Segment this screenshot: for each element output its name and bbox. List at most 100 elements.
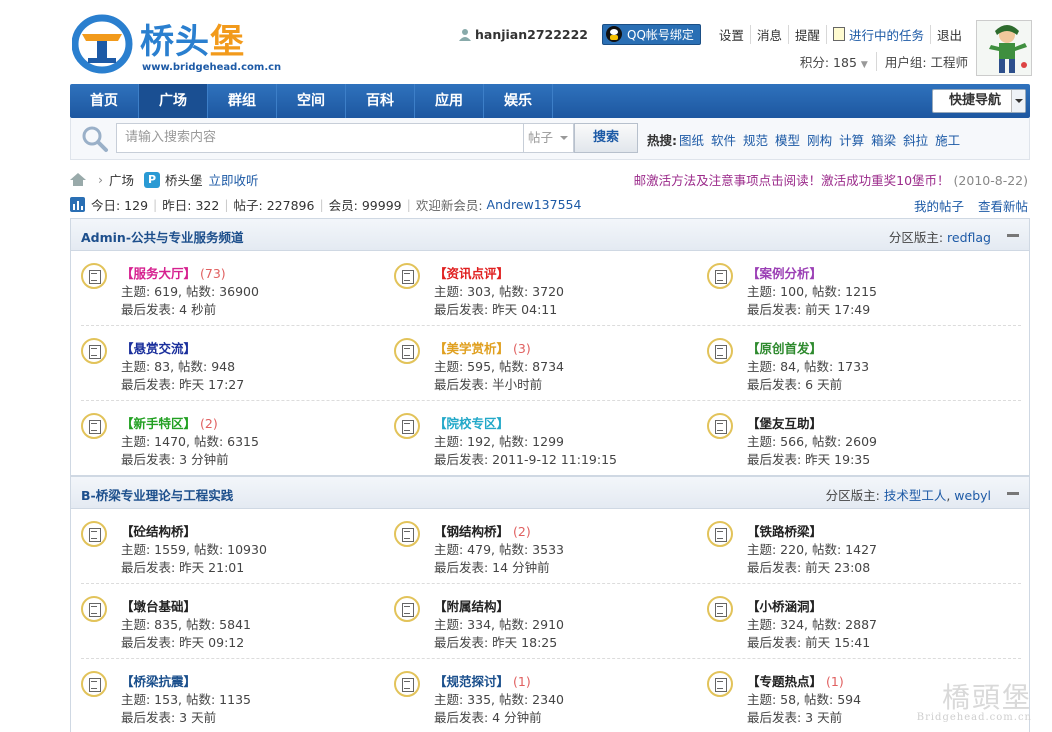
forum-icon[interactable]	[81, 596, 107, 622]
user-icon	[458, 28, 471, 41]
newest-member-link[interactable]: Andrew137554	[487, 197, 582, 212]
follow-link[interactable]: 立即收听	[209, 170, 259, 189]
forum-last-post[interactable]: 最后发表: 4 秒前	[121, 299, 216, 318]
hot-tag[interactable]: 施工	[935, 130, 960, 149]
forum-last-post[interactable]: 最后发表: 前天 17:49	[747, 299, 870, 318]
forum-icon[interactable]	[707, 413, 733, 439]
nav-apps[interactable]: 应用	[415, 84, 484, 118]
site-logo[interactable]: 桥头堡 www.bridgehead.com.cn	[72, 12, 281, 76]
forum-name[interactable]: 【院校专区】	[434, 413, 513, 432]
forum-last-post[interactable]: 最后发表: 3 天前	[747, 707, 842, 726]
search-button[interactable]: 搜索	[574, 123, 638, 153]
section-title[interactable]: Admin-公共与专业服务频道	[81, 227, 244, 246]
new-posts-link[interactable]: 查看新帖	[978, 199, 1028, 214]
forum-name[interactable]: 【铁路桥梁】	[747, 521, 826, 540]
nav-home[interactable]: 首页	[70, 84, 139, 118]
hot-tag[interactable]: 斜拉	[903, 130, 928, 149]
hot-search-label: 热搜:	[647, 133, 677, 148]
forum-last-post[interactable]: 最后发表: 昨天 17:27	[121, 374, 244, 393]
forum-name[interactable]: 【堡友互助】	[747, 413, 826, 432]
forum-last-post[interactable]: 最后发表: 4 分钟前	[434, 707, 542, 726]
credit-menu[interactable]: 积分: 185 ▼	[800, 52, 877, 71]
quick-nav-button[interactable]: 快捷导航	[932, 89, 1026, 113]
forum-icon[interactable]	[707, 338, 733, 364]
home-icon[interactable]	[70, 173, 86, 186]
qq-bind-button[interactable]: QQ帐号绑定	[602, 23, 701, 45]
hot-tag[interactable]: 箱梁	[871, 130, 896, 149]
hot-tag[interactable]: 图纸	[679, 130, 704, 149]
forum-name[interactable]: 【原创首发】	[747, 338, 826, 357]
forum-icon[interactable]	[394, 521, 420, 547]
forum-icon[interactable]	[707, 263, 733, 289]
moderator-link[interactable]: webyl	[954, 488, 991, 503]
tasks-link[interactable]: 进行中的任务	[825, 24, 930, 44]
forum-last-post[interactable]: 最后发表: 昨天 04:11	[434, 299, 557, 318]
forum-last-post[interactable]: 最后发表: 2011-9-12 11:19:15	[434, 449, 617, 468]
collapse-icon[interactable]	[1007, 234, 1019, 237]
forum-name[interactable]: 【美学赏析】 (3)	[434, 338, 531, 357]
forum-icon[interactable]	[81, 413, 107, 439]
settings-link[interactable]: 设置	[713, 25, 750, 44]
forum-last-post[interactable]: 最后发表: 昨天 21:01	[121, 557, 244, 576]
forum-last-post[interactable]: 最后发表: 昨天 19:35	[747, 449, 870, 468]
announcement[interactable]: 邮激活方法及注意事项点击阅读！激活成功重奖10堡币！ (2010-8-22)	[634, 170, 1028, 189]
forum-icon[interactable]	[81, 521, 107, 547]
forum-name[interactable]: 【新手特区】 (2)	[121, 413, 218, 432]
forum-name[interactable]: 【砼结构桥】	[121, 521, 200, 540]
nav-groups[interactable]: 群组	[208, 84, 277, 118]
forum-name[interactable]: 【悬赏交流】	[121, 338, 200, 357]
forum-last-post[interactable]: 最后发表: 3 分钟前	[121, 449, 229, 468]
reminders-link[interactable]: 提醒	[787, 24, 826, 44]
forum-name[interactable]: 【附属结构】	[434, 596, 513, 615]
forum-icon[interactable]	[707, 521, 733, 547]
hot-tag[interactable]: 软件	[711, 130, 736, 149]
forum-icon[interactable]	[394, 338, 420, 364]
forum-name[interactable]: 【案例分析】	[747, 263, 826, 282]
messages-link[interactable]: 消息	[749, 24, 788, 44]
forum-icon[interactable]	[394, 413, 420, 439]
forum-icon[interactable]	[394, 263, 420, 289]
forum-name[interactable]: 【小桥涵洞】	[747, 596, 826, 615]
search-type-select[interactable]: 帖子	[524, 123, 574, 153]
forum-name[interactable]: 【墩台基础】	[121, 596, 200, 615]
section-title[interactable]: B-桥梁专业理论与工程实践	[81, 485, 233, 504]
forum-icon[interactable]	[81, 671, 107, 697]
forum-last-post[interactable]: 最后发表: 半小时前	[434, 374, 542, 393]
logout-link[interactable]: 退出	[929, 24, 968, 44]
forum-name[interactable]: 【规范探讨】 (1)	[434, 671, 531, 690]
forum-icon[interactable]	[81, 263, 107, 289]
my-posts-link[interactable]: 我的帖子	[914, 199, 964, 214]
hot-tag[interactable]: 模型	[775, 130, 800, 149]
forum-icon[interactable]	[707, 671, 733, 697]
hot-tag[interactable]: 规范	[743, 130, 768, 149]
moderator-link[interactable]: redflag	[947, 230, 991, 245]
forum-last-post[interactable]: 最后发表: 14 分钟前	[434, 557, 550, 576]
nav-square[interactable]: 广场	[139, 84, 208, 118]
avatar[interactable]	[976, 20, 1032, 76]
forum-name[interactable]: 【桥梁抗震】	[121, 671, 200, 690]
hot-tag[interactable]: 刚构	[807, 130, 832, 149]
forum-name[interactable]: 【资讯点评】	[434, 263, 513, 282]
hot-tag[interactable]: 计算	[839, 130, 864, 149]
moderator-link[interactable]: 技术型工人	[884, 488, 947, 503]
forum-last-post[interactable]: 最后发表: 昨天 09:12	[121, 632, 244, 651]
forum-name[interactable]: 【服务大厅】 (73)	[121, 263, 226, 282]
forum-icon[interactable]	[707, 596, 733, 622]
forum-last-post[interactable]: 最后发表: 前天 23:08	[747, 557, 870, 576]
nav-wiki[interactable]: 百科	[346, 84, 415, 118]
username-link[interactable]: hanjian2722222	[458, 27, 588, 42]
nav-entertainment[interactable]: 娱乐	[484, 84, 553, 118]
forum-name[interactable]: 【钢结构桥】 (2)	[434, 521, 531, 540]
forum-last-post[interactable]: 最后发表: 3 天前	[121, 707, 216, 726]
forum-name[interactable]: 【专题热点】 (1)	[747, 671, 844, 690]
forum-last-post[interactable]: 最后发表: 6 天前	[747, 374, 842, 393]
forum-last-post[interactable]: 最后发表: 前天 15:41	[747, 632, 870, 651]
forum-last-post[interactable]: 最后发表: 昨天 18:25	[434, 632, 557, 651]
search-input[interactable]: 请输入搜索内容	[116, 123, 524, 153]
forum-icon[interactable]	[394, 596, 420, 622]
qq-penguin-icon	[606, 26, 623, 42]
collapse-icon[interactable]	[1007, 492, 1019, 495]
forum-icon[interactable]	[81, 338, 107, 364]
forum-icon[interactable]	[394, 671, 420, 697]
nav-space[interactable]: 空间	[277, 84, 346, 118]
